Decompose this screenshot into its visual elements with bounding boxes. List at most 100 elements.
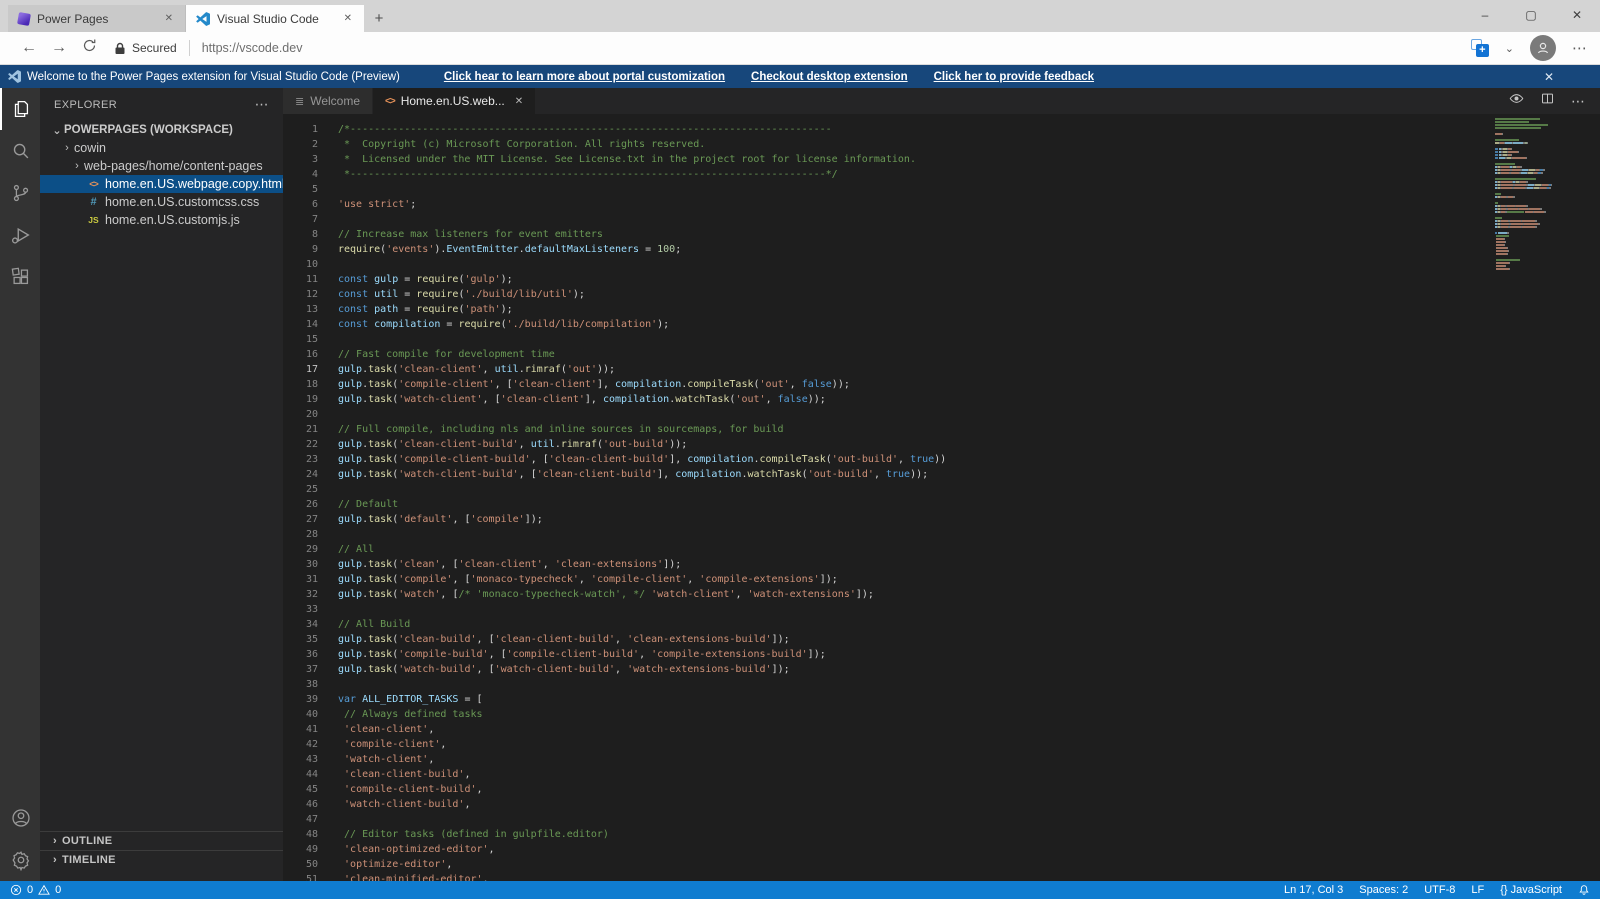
code-line: 31gulp.task('compile', ['monaco-typechec…	[283, 572, 1600, 587]
preview-eye-icon[interactable]	[1509, 91, 1524, 111]
split-editor-icon[interactable]	[1540, 91, 1555, 111]
line-number: 23	[283, 452, 318, 467]
code-text: gulp.task('clean', ['clean-client', 'cle…	[318, 557, 681, 572]
account-icon[interactable]	[0, 797, 40, 839]
code-text: /*--------------------------------------…	[318, 122, 832, 137]
editor-tab-welcome[interactable]: ≣ Welcome	[283, 88, 373, 114]
code-line: 29// All	[283, 542, 1600, 557]
line-number: 40	[283, 707, 318, 722]
code-line: 16// Fast compile for development time	[283, 347, 1600, 362]
code-text: 'watch-client-build',	[318, 797, 470, 812]
code-text	[318, 212, 338, 227]
code-text: 'clean-minified-editor',	[318, 872, 489, 881]
line-number: 47	[283, 812, 318, 827]
html-file-icon: <>	[86, 179, 101, 189]
code-text: // All Build	[318, 617, 410, 632]
code-text: 'use strict';	[318, 197, 416, 212]
activity-bar	[0, 88, 40, 881]
url-text[interactable]: https://vscode.dev	[202, 41, 303, 55]
notifications-bell-icon[interactable]	[1578, 884, 1590, 896]
extensions-icon[interactable]	[0, 256, 40, 298]
banner-links: Click hear to learn more about portal cu…	[444, 71, 1094, 83]
tree-file-item[interactable]: JShome.en.US.customjs.js	[40, 211, 283, 229]
file-tree: ⌄POWERPAGES (WORKSPACE)›cowin›web-pages/…	[40, 121, 283, 229]
language-mode[interactable]: {} JavaScript	[1500, 884, 1562, 896]
tree-folder-item[interactable]: ⌄POWERPAGES (WORKSPACE)	[40, 121, 283, 139]
banner-close-icon[interactable]: ✕	[1544, 70, 1554, 84]
indentation-setting[interactable]: Spaces: 2	[1359, 884, 1408, 896]
code-text: 'watch-client',	[318, 752, 434, 767]
tree-folder-item[interactable]: ›cowin	[40, 139, 283, 157]
tab-close-icon[interactable]: ✕	[515, 96, 523, 107]
code-line: 38	[283, 677, 1600, 692]
line-number: 7	[283, 212, 318, 227]
banner-link-desktop-extension[interactable]: Checkout desktop extension	[751, 71, 908, 83]
code-line: 5	[283, 182, 1600, 197]
tree-item-label: home.en.US.customcss.css	[105, 195, 259, 209]
encoding-setting[interactable]: UTF-8	[1424, 884, 1455, 896]
browser-tab-vscode[interactable]: Visual Studio Code ✕	[186, 5, 364, 32]
tree-file-item[interactable]: #home.en.US.customcss.css	[40, 193, 283, 211]
code-line: 12const util = require('./build/lib/util…	[283, 287, 1600, 302]
tab-close-icon[interactable]: ✕	[340, 11, 356, 26]
profile-avatar[interactable]	[1530, 35, 1556, 61]
address-bar[interactable]: Secured https://vscode.dev	[114, 40, 302, 56]
close-button[interactable]: ✕	[1554, 0, 1600, 30]
code-line: 32gulp.task('watch', [/* 'monaco-typeche…	[283, 587, 1600, 602]
line-number: 31	[283, 572, 318, 587]
chevron-down-icon[interactable]: ⌄	[1505, 42, 1514, 55]
code-text: gulp.task('compile-client', ['clean-clie…	[318, 377, 850, 392]
explorer-icon[interactable]	[0, 88, 40, 130]
line-number: 22	[283, 437, 318, 452]
tree-folder-item[interactable]: ›web-pages/home/content-pages	[40, 157, 283, 175]
settings-gear-icon[interactable]	[0, 839, 40, 881]
maximize-button[interactable]: ▢	[1508, 0, 1554, 30]
source-control-icon[interactable]	[0, 172, 40, 214]
minimize-button[interactable]: –	[1462, 0, 1508, 30]
line-number: 1	[283, 122, 318, 137]
collections-icon[interactable]: +	[1471, 39, 1489, 57]
tab-close-icon[interactable]: ✕	[161, 11, 177, 26]
editor-more-actions-icon[interactable]: ⋯	[1571, 93, 1586, 110]
new-tab-button[interactable]: +	[364, 5, 394, 32]
address-divider	[189, 40, 190, 56]
code-text	[318, 257, 338, 272]
code-editor[interactable]: 1/*-------------------------------------…	[283, 114, 1600, 881]
back-icon[interactable]: ←	[14, 39, 44, 57]
warning-count: 0	[55, 884, 61, 896]
code-text: 'compile-client',	[318, 737, 446, 752]
browser-tab-strip: Power Pages ✕ Visual Studio Code ✕ + – ▢…	[0, 0, 1600, 32]
cursor-position[interactable]: Ln 17, Col 3	[1284, 884, 1343, 896]
minimap[interactable]	[1492, 118, 1590, 271]
sidebar-more-actions-icon[interactable]: ⋯	[255, 96, 269, 113]
line-number: 6	[283, 197, 318, 212]
browser-menu-icon[interactable]: ⋯	[1572, 39, 1588, 57]
outline-panel-header[interactable]: › OUTLINE	[40, 831, 283, 850]
run-debug-icon[interactable]	[0, 214, 40, 256]
chevron-right-icon: ›	[48, 854, 62, 866]
code-text: * Copyright (c) Microsoft Corporation. A…	[318, 137, 705, 152]
eol-setting[interactable]: LF	[1471, 884, 1484, 896]
browser-tab-title: Visual Studio Code	[217, 12, 340, 26]
forward-icon[interactable]: →	[44, 39, 74, 57]
line-number: 39	[283, 692, 318, 707]
code-line: 30gulp.task('clean', ['clean-client', 'c…	[283, 557, 1600, 572]
search-icon[interactable]	[0, 130, 40, 172]
code-text: // Default	[318, 497, 398, 512]
code-text: 'clean-optimized-editor',	[318, 842, 495, 857]
tree-file-item[interactable]: <>home.en.US.webpage.copy.html	[40, 175, 283, 193]
problems-status[interactable]: 0 0	[10, 884, 61, 896]
vscode-banner-icon	[8, 70, 21, 83]
refresh-icon[interactable]	[74, 38, 104, 58]
browser-tab-power-pages[interactable]: Power Pages ✕	[8, 5, 186, 32]
editor-tab-home-webpage[interactable]: <> Home.en.US.web... ✕	[373, 88, 536, 114]
code-text: * Licensed under the MIT License. See Li…	[318, 152, 916, 167]
code-text: const path = require('path');	[318, 302, 513, 317]
banner-link-feedback[interactable]: Click her to provide feedback	[934, 71, 1094, 83]
line-number: 43	[283, 752, 318, 767]
timeline-panel-header[interactable]: › TIMELINE	[40, 850, 283, 869]
html-file-icon: <>	[385, 96, 395, 107]
code-line: 45 'compile-client-build',	[283, 782, 1600, 797]
code-text	[318, 332, 338, 347]
banner-link-portal-customization[interactable]: Click hear to learn more about portal cu…	[444, 71, 725, 83]
